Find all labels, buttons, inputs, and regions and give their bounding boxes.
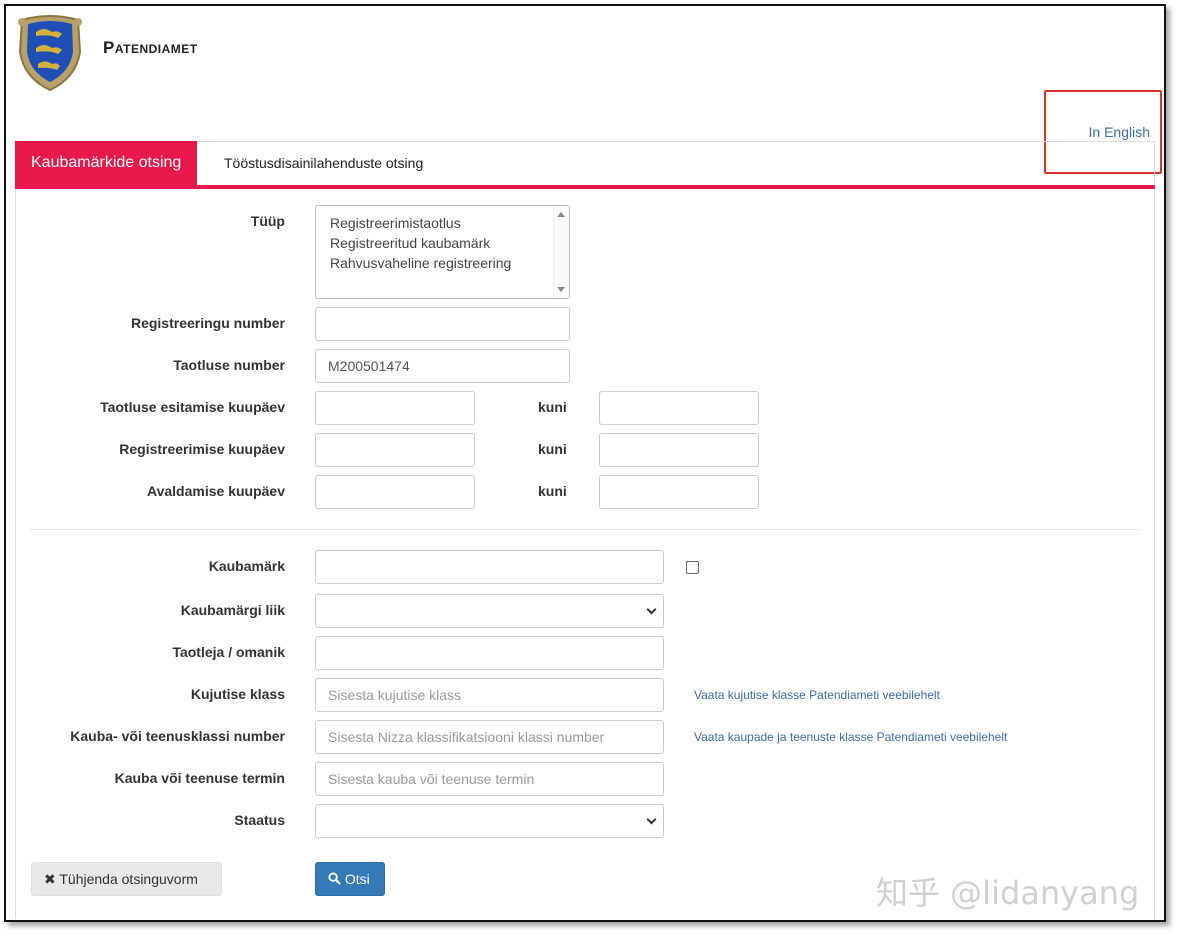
form-divider xyxy=(30,529,1140,530)
type-option[interactable]: Rahvusvaheline registreering xyxy=(316,253,569,273)
applicant-owner-label: Taotleja / omanik xyxy=(172,644,285,660)
trademark-input[interactable] xyxy=(315,550,664,584)
status-select[interactable] xyxy=(315,804,664,838)
trademark-label: Kaubamärk xyxy=(208,558,285,574)
until-label: kuni xyxy=(538,483,567,499)
search-tabs: Kaubamärkide otsing Tööstusdisainilahend… xyxy=(15,141,1155,185)
publication-date-label: Avaldamise kuupäev xyxy=(147,483,285,499)
type-label: Tüüp xyxy=(250,213,285,229)
trademark-type-select[interactable] xyxy=(315,594,664,628)
publication-date-from-input[interactable] xyxy=(315,475,475,509)
type-option[interactable]: Registreeritud kaubamärk xyxy=(316,233,569,253)
figurative-class-input[interactable]: Sisesta kujutise klass xyxy=(315,678,664,712)
tab-trademark-search[interactable]: Kaubamärkide otsing xyxy=(15,141,198,185)
chevron-down-icon xyxy=(646,814,657,825)
scroll-down-icon[interactable] xyxy=(557,287,565,292)
type-listbox[interactable]: Registreerimistaotlus Registreeritud kau… xyxy=(315,205,570,299)
registration-number-label: Registreeringu number xyxy=(130,315,285,331)
filing-date-label: Taotluse esitamise kuupäev xyxy=(100,399,285,415)
until-label: kuni xyxy=(538,441,567,457)
application-number-label: Taotluse number xyxy=(173,357,285,373)
type-option[interactable]: Registreerimistaotlus xyxy=(316,213,569,233)
brand-name: Patendiamet xyxy=(103,38,198,57)
registration-number-input[interactable] xyxy=(315,307,570,341)
search-button[interactable]: Otsi xyxy=(315,862,385,896)
goods-class-label: Kauba- või teenusklassi number xyxy=(70,728,285,744)
watermark: 知乎 @lidanyang xyxy=(876,874,1140,912)
tab-industrial-design-search[interactable]: Tööstusdisainilahenduste otsing xyxy=(206,141,441,185)
estonian-coat-of-arms-logo xyxy=(18,15,82,92)
clear-form-button[interactable]: ✖ Tühjenda otsinguvorm xyxy=(31,862,222,896)
figurative-class-link[interactable]: Vaata kujutise klasse Patendiameti veebi… xyxy=(694,688,940,702)
search-label: Otsi xyxy=(344,871,370,887)
status-label: Staatus xyxy=(234,812,285,828)
registration-date-to-input[interactable] xyxy=(599,433,759,467)
registration-date-label: Registreerimise kuupäev xyxy=(119,441,285,457)
application-number-input[interactable]: M200501474 xyxy=(315,349,570,383)
goods-term-input[interactable]: Sisesta kauba või teenuse termin xyxy=(315,762,664,796)
trademark-exact-checkbox[interactable] xyxy=(686,561,699,574)
figurative-class-label: Kujutise klass xyxy=(190,686,285,702)
filing-date-to-input[interactable] xyxy=(599,391,759,425)
scroll-up-icon[interactable] xyxy=(557,212,565,217)
applicant-owner-input[interactable] xyxy=(315,636,664,670)
goods-term-label: Kauba või teenuse termin xyxy=(114,770,285,786)
publication-date-to-input[interactable] xyxy=(599,475,759,509)
clear-form-label: Tühjenda otsinguvorm xyxy=(59,871,198,887)
search-icon xyxy=(328,872,341,885)
chevron-down-icon xyxy=(646,604,657,615)
times-icon: ✖ xyxy=(44,871,56,887)
goods-class-input[interactable]: Sisesta Nizza klassifikatsiooni klassi n… xyxy=(315,720,664,754)
listbox-scrollbar[interactable] xyxy=(553,206,569,298)
registration-date-from-input[interactable] xyxy=(315,433,475,467)
filing-date-from-input[interactable] xyxy=(315,391,475,425)
goods-class-link[interactable]: Vaata kaupade ja teenuste klasse Patendi… xyxy=(694,730,1007,744)
trademark-type-label: Kaubamärgi liik xyxy=(180,602,285,618)
language-link[interactable]: In English xyxy=(1089,124,1150,140)
until-label: kuni xyxy=(538,399,567,415)
